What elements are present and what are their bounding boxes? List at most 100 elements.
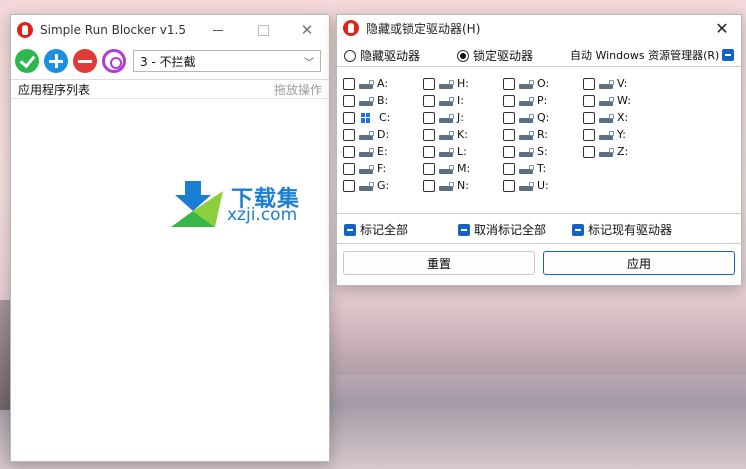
divider xyxy=(337,213,741,214)
restart-explorer-checkbox[interactable] xyxy=(722,49,735,61)
reset-button[interactable]: 重置 xyxy=(343,251,535,275)
drive-checkbox[interactable] xyxy=(343,94,355,107)
drive-checkbox[interactable] xyxy=(343,128,355,141)
drive-item[interactable]: B: xyxy=(343,92,388,109)
mark-existing-icon xyxy=(572,223,584,236)
drive-label: D: xyxy=(377,128,390,141)
drive-checkbox[interactable] xyxy=(583,128,595,141)
drive-item[interactable]: S: xyxy=(503,143,548,160)
drive-icon xyxy=(359,181,374,191)
drive-item[interactable]: F: xyxy=(343,160,386,177)
drive-icon xyxy=(599,96,614,106)
drive-icon xyxy=(519,79,534,89)
minus-icon[interactable] xyxy=(73,49,97,73)
drive-label: C: xyxy=(379,111,391,124)
drive-label: V: xyxy=(617,77,628,90)
drive-item[interactable]: H: xyxy=(423,75,469,92)
drive-icon xyxy=(519,147,534,157)
radio-lock-drives[interactable]: 锁定驱动器 xyxy=(457,47,533,64)
drive-item[interactable]: D: xyxy=(343,126,389,143)
mark-existing-button[interactable]: 标记现有驱动器 xyxy=(572,221,672,238)
drive-checkbox[interactable] xyxy=(503,179,515,192)
drive-label: O: xyxy=(537,77,550,90)
drive-item[interactable]: T: xyxy=(503,160,546,177)
watermark-arrow-icon xyxy=(171,181,223,227)
drive-item[interactable]: W: xyxy=(583,92,631,109)
mark-existing-label: 标记现有驱动器 xyxy=(588,223,673,237)
drive-label: K: xyxy=(457,128,468,141)
drive-checkbox[interactable] xyxy=(423,145,435,158)
close-icon[interactable]: ✕ xyxy=(713,19,731,38)
drive-checkbox[interactable] xyxy=(423,162,435,175)
drive-item[interactable]: R: xyxy=(503,126,548,143)
maximize-button[interactable] xyxy=(254,21,272,39)
drive-checkbox[interactable] xyxy=(343,111,355,124)
drive-checkbox[interactable] xyxy=(503,77,515,90)
drive-item[interactable]: A: xyxy=(343,75,388,92)
drive-item[interactable]: I: xyxy=(423,92,464,109)
drive-icon xyxy=(439,96,454,106)
drive-checkbox[interactable] xyxy=(423,94,435,107)
drive-item[interactable]: Y: xyxy=(583,126,626,143)
drive-item[interactable]: K: xyxy=(423,126,468,143)
drive-item[interactable]: Z: xyxy=(583,143,628,160)
drag-drop-action[interactable]: 拖放操作 xyxy=(274,81,322,98)
drive-item[interactable]: N: xyxy=(423,177,469,194)
dialog-titlebar[interactable]: 隐藏或锁定驱动器(H) ✕ xyxy=(337,15,741,41)
drive-checkbox[interactable] xyxy=(423,111,435,124)
drive-item[interactable]: X: xyxy=(583,109,628,126)
drive-label: Z: xyxy=(617,145,629,158)
radio-dot-selected[interactable] xyxy=(457,49,469,62)
drive-item[interactable]: Q: xyxy=(503,109,549,126)
drive-checkbox[interactable] xyxy=(423,77,435,90)
drive-checkbox[interactable] xyxy=(343,145,355,158)
drive-label: H: xyxy=(457,77,469,90)
drive-checkbox[interactable] xyxy=(423,179,435,192)
drive-checkbox[interactable] xyxy=(503,145,515,158)
drive-item[interactable]: M: xyxy=(423,160,470,177)
drive-checkbox[interactable] xyxy=(343,162,355,175)
drive-item[interactable]: P: xyxy=(503,92,547,109)
drive-checkbox[interactable] xyxy=(583,94,595,107)
drive-item[interactable]: L: xyxy=(423,143,467,160)
drive-label: S: xyxy=(537,145,548,158)
drive-icon xyxy=(359,79,374,89)
unmark-all-label: 取消标记全部 xyxy=(474,223,547,237)
close-icon[interactable]: ✕ xyxy=(298,21,316,39)
drive-checkbox[interactable] xyxy=(503,162,515,175)
radio-dot[interactable] xyxy=(344,49,356,62)
drive-checkbox[interactable] xyxy=(343,77,355,90)
check-icon[interactable] xyxy=(15,49,39,73)
chevron-down-icon: ﹀ xyxy=(304,58,314,69)
mark-all-button[interactable]: 标记全部 xyxy=(344,221,408,238)
drive-icon xyxy=(439,181,454,191)
drive-checkbox[interactable] xyxy=(503,94,515,107)
windows-drive-icon xyxy=(361,112,371,123)
plus-icon[interactable] xyxy=(44,49,68,73)
apply-button[interactable]: 应用 xyxy=(543,251,735,275)
drive-checkbox[interactable] xyxy=(583,111,595,124)
restart-explorer-toggle[interactable]: 自动 Windows 资源管理器(R) xyxy=(570,47,735,63)
drive-item[interactable]: E: xyxy=(343,143,388,160)
drive-label: I: xyxy=(457,94,464,107)
drive-item[interactable]: J: xyxy=(423,109,464,126)
drive-item[interactable]: G: xyxy=(343,177,389,194)
unmark-all-button[interactable]: 取消标记全部 xyxy=(458,221,546,238)
drive-item[interactable]: C: xyxy=(343,109,390,126)
drive-label: J: xyxy=(457,111,464,124)
drive-item[interactable]: U: xyxy=(503,177,549,194)
drive-icon xyxy=(439,113,454,123)
drive-item[interactable]: V: xyxy=(583,75,627,92)
drive-checkbox[interactable] xyxy=(583,77,595,90)
mode-select[interactable]: 3 - 不拦截 ﹀ xyxy=(133,50,321,72)
minimize-button[interactable] xyxy=(209,21,227,39)
drive-checkbox[interactable] xyxy=(343,179,355,192)
drive-checkbox[interactable] xyxy=(583,145,595,158)
drive-checkbox[interactable] xyxy=(423,128,435,141)
main-titlebar[interactable]: Simple Run Blocker v1.5 ✕ xyxy=(11,15,329,45)
radio-hide-drives[interactable]: 隐藏驱动器 xyxy=(344,47,420,64)
drive-checkbox[interactable] xyxy=(503,111,515,124)
gear-icon[interactable] xyxy=(102,49,126,73)
drive-item[interactable]: O: xyxy=(503,75,549,92)
drive-checkbox[interactable] xyxy=(503,128,515,141)
